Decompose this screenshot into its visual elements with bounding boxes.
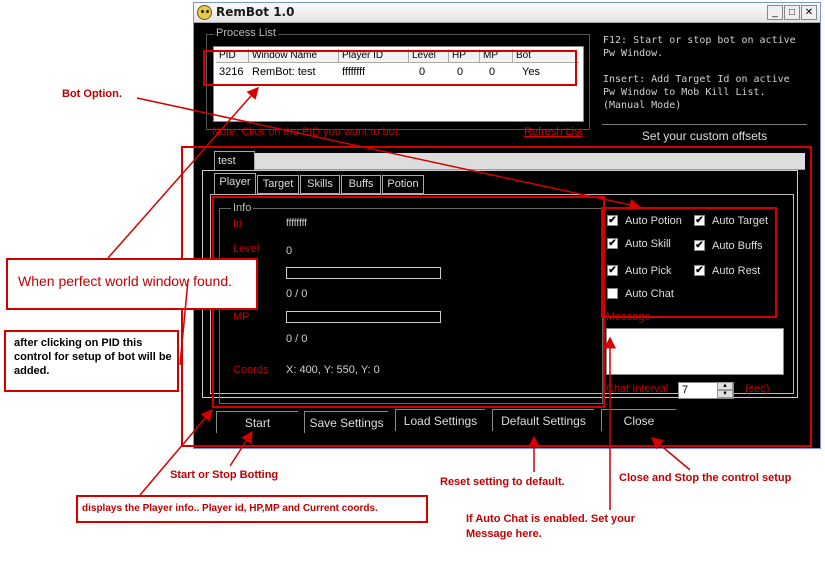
- annotation-arrows: [107, 86, 691, 510]
- player-info-arrow: [139, 408, 213, 496]
- after-pid-arrow: [179, 279, 189, 366]
- window-found-arrow: [107, 86, 259, 259]
- bot-option-arrow: [136, 97, 642, 211]
- close-arrow: [650, 437, 691, 471]
- start-arrow: [229, 430, 253, 467]
